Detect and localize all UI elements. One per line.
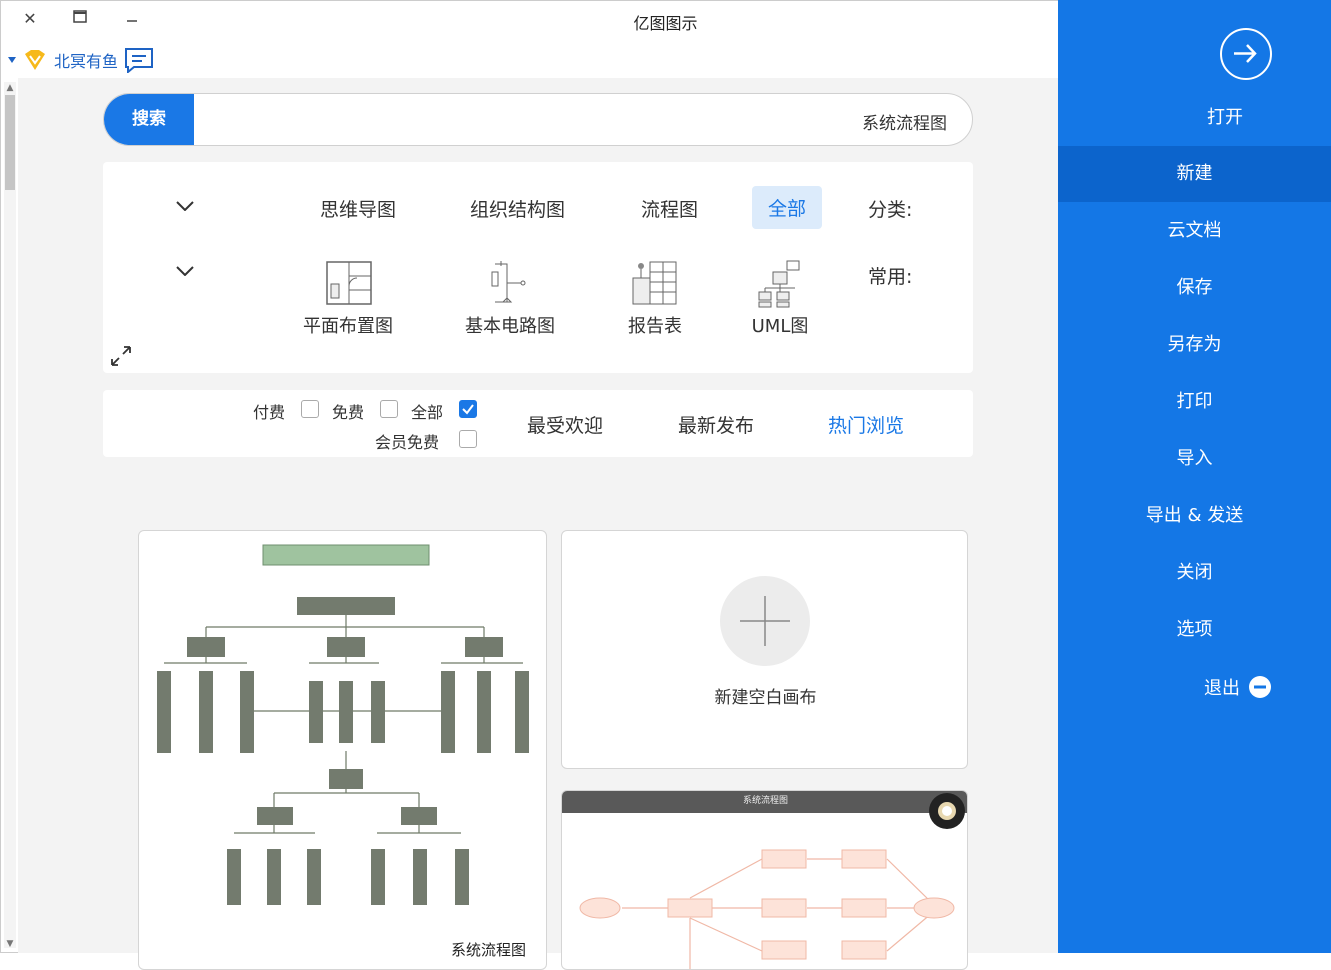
checkbox-free-label: 免费 (332, 403, 365, 422)
report-table-icon (632, 261, 677, 305)
common-item-circuit[interactable]: 基本电路图 (450, 258, 570, 338)
sidebar-item-save[interactable]: 保存 (1058, 260, 1331, 316)
scroll-down-icon[interactable]: ▼ (4, 938, 16, 950)
fullscreen-icon[interactable] (110, 345, 132, 367)
sidebar-item-cloud-docs[interactable]: 云文档 (1058, 203, 1331, 259)
search-bar[interactable]: 搜索 系统流程图 (103, 93, 973, 146)
checkbox-paid[interactable] (301, 400, 319, 418)
new-blank-canvas-label: 新建空白画布 (714, 688, 817, 708)
common-item-uml[interactable]: UML图 (720, 258, 840, 338)
sidebar-item-options[interactable]: 选项 (1058, 602, 1331, 658)
floor-plan-icon (326, 261, 372, 305)
sidebar-item-export-send[interactable]: 导出 & 发送 (1058, 488, 1331, 544)
template-thumbnail (579, 849, 955, 969)
expand-common-icon[interactable] (176, 266, 194, 276)
sidebar-item-exit[interactable]: 退出 (1204, 659, 1272, 715)
common-label: 常用: (868, 266, 913, 288)
template-header: 系统流程图 (562, 791, 967, 813)
checkbox-all[interactable] (459, 400, 477, 418)
check-icon (462, 404, 474, 415)
tab-hot[interactable]: 热门浏览 (828, 411, 904, 438)
sidebar-item-print[interactable]: 打印 (1058, 374, 1331, 430)
category-mindmap[interactable]: 思维导图 (320, 195, 396, 222)
uml-icon (758, 260, 800, 308)
circuit-icon (491, 261, 526, 303)
tab-popular[interactable]: 最受欢迎 (527, 411, 603, 438)
checkbox-all-label: 全部 (411, 403, 444, 422)
common-item-label: 基本电路图 (465, 316, 555, 337)
vip-badge-icon (25, 50, 45, 70)
sidebar-item-save-as[interactable]: 另存为 (1058, 317, 1331, 373)
account-menu[interactable]: 北冥有鱼 (8, 46, 154, 74)
checkbox-member-free[interactable] (459, 430, 477, 448)
tab-latest[interactable]: 最新发布 (678, 411, 754, 438)
template-thumbnail (157, 544, 529, 905)
message-icon[interactable] (124, 47, 154, 73)
common-item-label: UML图 (751, 316, 809, 337)
scroll-up-icon[interactable]: ▲ (4, 82, 16, 94)
checkbox-free[interactable] (380, 400, 398, 418)
exit-minus-icon (1249, 676, 1271, 698)
sidebar-item-close[interactable]: 关闭 (1058, 545, 1331, 601)
template-card-system-flow[interactable]: 系统流程图 (138, 530, 547, 970)
expand-categories-icon[interactable] (176, 201, 194, 211)
category-label: 分类: (868, 199, 913, 221)
common-item-report[interactable]: 报告表 (595, 258, 715, 338)
category-all[interactable]: 全部 (752, 186, 823, 229)
new-blank-canvas-card[interactable]: 新建空白画布 (561, 530, 968, 769)
account-name: 北冥有鱼 (54, 52, 119, 71)
caret-down-icon (8, 57, 16, 63)
scrollbar-thumb[interactable] (5, 95, 15, 190)
sidebar-item-open[interactable]: 打开 (1119, 90, 1331, 146)
template-caption: 系统流程图 (450, 941, 526, 959)
search-button[interactable]: 搜索 (104, 94, 194, 145)
sidebar-item-new[interactable]: 新建 (1058, 146, 1331, 202)
common-item-floorplan[interactable]: 平面布置图 (288, 258, 408, 338)
common-item-label: 报告表 (628, 316, 682, 337)
category-flowchart[interactable]: 流程图 (641, 195, 698, 222)
category-org-chart[interactable]: 组织结构图 (470, 195, 565, 222)
checkbox-member-free-label: 会员免费 (375, 433, 440, 452)
sidebar-item-import[interactable]: 导入 (1058, 431, 1331, 487)
common-item-label: 平面布置图 (303, 316, 393, 337)
template-card-flow-2[interactable]: 系统流程图 (561, 790, 968, 970)
checkbox-paid-label: 付费 (253, 403, 286, 422)
scrollbar-track[interactable] (4, 82, 16, 948)
sidebar-item-exit-label: 退出 (1204, 678, 1240, 699)
add-icon (720, 576, 810, 666)
search-input[interactable]: 系统流程图 (862, 109, 947, 134)
open-arrow-icon[interactable] (1220, 28, 1272, 80)
